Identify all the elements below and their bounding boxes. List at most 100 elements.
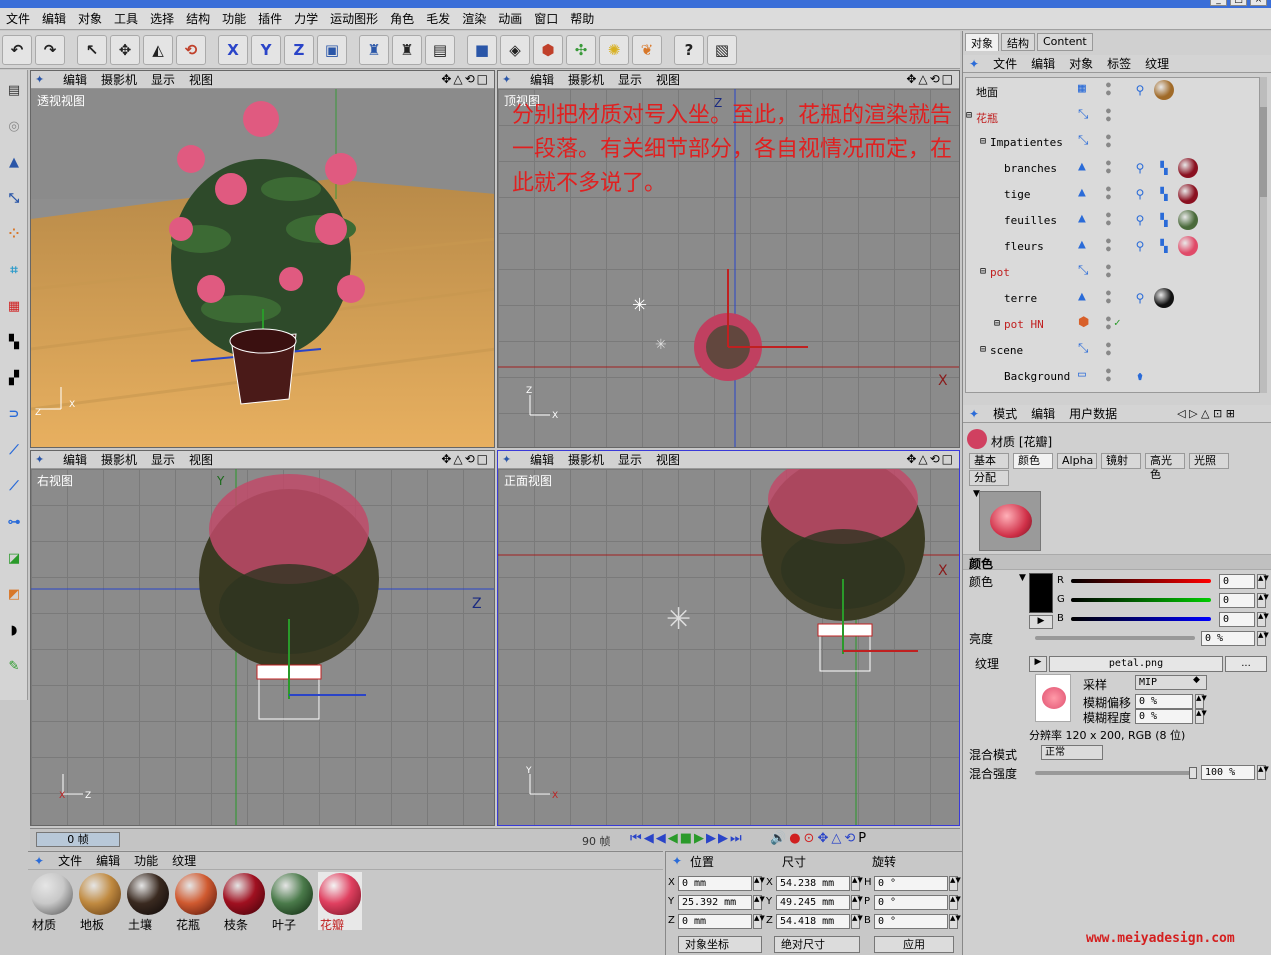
scene-object-icon[interactable]: ✣ xyxy=(566,35,596,65)
object-name[interactable]: tige xyxy=(1004,188,1031,201)
position-field[interactable]: 25.392 mm xyxy=(678,895,752,910)
close-button[interactable]: × xyxy=(1250,0,1267,6)
brush-icon[interactable]: ⟋ xyxy=(2,436,26,464)
menu-texture[interactable]: 纹理 xyxy=(1145,55,1169,72)
visibility-dots-icon[interactable]: ● ● xyxy=(1106,159,1112,177)
hair-icon[interactable]: ❦ xyxy=(632,35,662,65)
g-spinner[interactable]: ▲▼ xyxy=(1257,593,1269,608)
pin-icon[interactable]: ✦ xyxy=(502,73,516,87)
blur-offset-spinner[interactable]: ▲▼ xyxy=(1195,694,1207,709)
material-ball[interactable] xyxy=(319,873,361,915)
r-slider[interactable] xyxy=(1071,579,1211,583)
texture-tag-icon[interactable]: ⚲ xyxy=(1130,236,1150,256)
visibility-dots-icon[interactable]: ● ● xyxy=(1106,211,1112,229)
menu-edit[interactable]: 编辑 xyxy=(1031,405,1055,422)
expand-toggle-icon[interactable]: ⊟ xyxy=(994,318,1000,329)
object-type-icon[interactable]: ⬢ xyxy=(1078,315,1098,333)
material-ball[interactable] xyxy=(175,873,217,915)
uvw-tag-icon[interactable]: ▚ xyxy=(1154,210,1174,230)
menu-edit[interactable]: 编辑 xyxy=(96,852,120,869)
material-ball[interactable] xyxy=(31,873,73,915)
move-icon[interactable]: ✥ xyxy=(110,35,140,65)
material-tag-icon[interactable] xyxy=(1178,184,1198,204)
maximize-button[interactable]: □ xyxy=(1230,0,1247,6)
material-swatch[interactable]: 材质 xyxy=(30,872,74,932)
viewport-nav-icons[interactable]: ✥△⟲□ xyxy=(906,452,955,466)
material-tag-icon[interactable] xyxy=(1178,210,1198,230)
dropdown-arrow-icon[interactable]: ◆ xyxy=(1193,675,1200,685)
position-spinner[interactable]: ▲▼ xyxy=(753,914,765,929)
rotation-field[interactable]: 0 ° xyxy=(874,895,948,910)
object-type-icon[interactable]: ▭ xyxy=(1078,367,1098,385)
apply-button[interactable]: 应用 xyxy=(874,936,954,953)
layout-icon[interactable]: ▤ xyxy=(2,76,26,104)
object-row[interactable]: feuilles ▲ ● ● ⚲ ▚ xyxy=(966,208,1264,234)
object-row[interactable]: ⊟ 花瓶 ⤡ ● ● xyxy=(966,104,1264,130)
channel-tab-color[interactable]: 颜色 xyxy=(1013,453,1053,469)
rotation-field[interactable]: 0 ° xyxy=(874,914,948,929)
object-name[interactable]: feuilles xyxy=(1004,214,1057,227)
material-swatch[interactable]: 枝条 xyxy=(222,872,266,932)
size-field[interactable]: 54.238 mm xyxy=(776,876,850,891)
channel-tab-assign[interactable]: 分配 xyxy=(969,470,1009,486)
minimize-button[interactable]: _ xyxy=(1210,0,1227,6)
coordinate-system-icon[interactable]: ▣ xyxy=(317,35,347,65)
paint-icon[interactable]: ◩ xyxy=(2,580,26,608)
weight-icon[interactable]: ✎ xyxy=(2,652,26,680)
brightness-field[interactable]: 0 % xyxy=(1201,631,1255,646)
undo-icon[interactable]: ↶ xyxy=(2,35,32,65)
menu-9[interactable]: 运动图形 xyxy=(324,10,384,27)
visibility-dots-icon[interactable]: ● ● xyxy=(1106,263,1112,281)
render-picture-viewer-icon[interactable]: ♜ xyxy=(392,35,422,65)
menu-11[interactable]: 毛发 xyxy=(420,10,456,27)
material-ball[interactable] xyxy=(79,873,121,915)
object-type-icon[interactable]: ⤡ xyxy=(1078,107,1098,125)
points-icon[interactable]: ⁘ xyxy=(2,220,26,248)
object-type-icon[interactable]: ▲ xyxy=(1078,211,1098,229)
object-type-icon[interactable]: ⤡ xyxy=(1078,133,1098,151)
menu-8[interactable]: 力学 xyxy=(288,10,324,27)
scale-icon[interactable]: ◭ xyxy=(143,35,173,65)
object-name[interactable]: pot xyxy=(990,266,1010,279)
record-controls[interactable]: 🔊●⊙✥△⟲P xyxy=(770,831,869,846)
menu-camera[interactable]: 摄影机 xyxy=(568,451,604,468)
tab-structure[interactable]: 结构 xyxy=(1001,33,1035,51)
menu-14[interactable]: 窗口 xyxy=(528,10,564,27)
menu-camera[interactable]: 摄影机 xyxy=(101,71,137,88)
brightness-spinner[interactable]: ▲▼ xyxy=(1257,631,1269,646)
texture-tag-icon[interactable]: ⚲ xyxy=(1130,210,1150,230)
object-name[interactable]: branches xyxy=(1004,162,1057,175)
object-type-icon[interactable]: ▲ xyxy=(1078,289,1098,307)
smooth-icon[interactable]: ◗ xyxy=(2,616,26,644)
light-icon[interactable]: ✺ xyxy=(599,35,629,65)
object-row[interactable]: ⊟ pot ⤡ ● ● xyxy=(966,260,1264,286)
position-spinner[interactable]: ▲▼ xyxy=(753,895,765,910)
coordinate-mode-select[interactable]: 对象坐标 xyxy=(678,936,762,953)
object-type-icon[interactable]: ⤡ xyxy=(1078,341,1098,359)
material-tag-icon[interactable] xyxy=(1154,288,1174,308)
size-spinner[interactable]: ▲▼ xyxy=(851,895,863,910)
nurbs-icon[interactable]: ◈ xyxy=(500,35,530,65)
channel-tab-reflection[interactable]: 镜射 xyxy=(1101,453,1141,469)
menu-tags[interactable]: 标签 xyxy=(1107,55,1131,72)
object-name[interactable]: pot HN xyxy=(1004,318,1044,331)
channel-tab-illumination[interactable]: 光照 xyxy=(1189,453,1229,469)
material-ball[interactable] xyxy=(271,873,313,915)
menu-0[interactable]: 文件 xyxy=(0,10,36,27)
axis-icon[interactable]: ⤡ xyxy=(2,184,26,212)
expand-toggle-icon[interactable]: ⊟ xyxy=(980,266,986,277)
r-spinner[interactable]: ▲▼ xyxy=(1257,574,1269,589)
blur-scale-field[interactable]: 0 % xyxy=(1135,709,1193,724)
menu-camera[interactable]: 摄影机 xyxy=(568,71,604,88)
object-row[interactable]: fleurs ▲ ● ● ⚲ ▚ xyxy=(966,234,1264,260)
texture-file-button[interactable]: petal.png xyxy=(1049,656,1223,672)
edges-icon[interactable]: ⌗ xyxy=(2,256,26,284)
pin-icon[interactable]: ✦ xyxy=(34,854,44,868)
bridge-icon[interactable]: ⊶ xyxy=(2,508,26,536)
object-name[interactable]: Impatientes xyxy=(990,136,1063,149)
viewport-perspective[interactable]: ✦ 编辑 摄影机 显示 视图 ✥△⟲□ Z X 透视视图 xyxy=(30,70,495,448)
menu-texture[interactable]: 纹理 xyxy=(172,852,196,869)
visibility-dots-icon[interactable]: ● ● xyxy=(1106,81,1112,99)
b-slider[interactable] xyxy=(1071,617,1211,621)
tab-objects[interactable]: 对象 xyxy=(965,33,999,51)
